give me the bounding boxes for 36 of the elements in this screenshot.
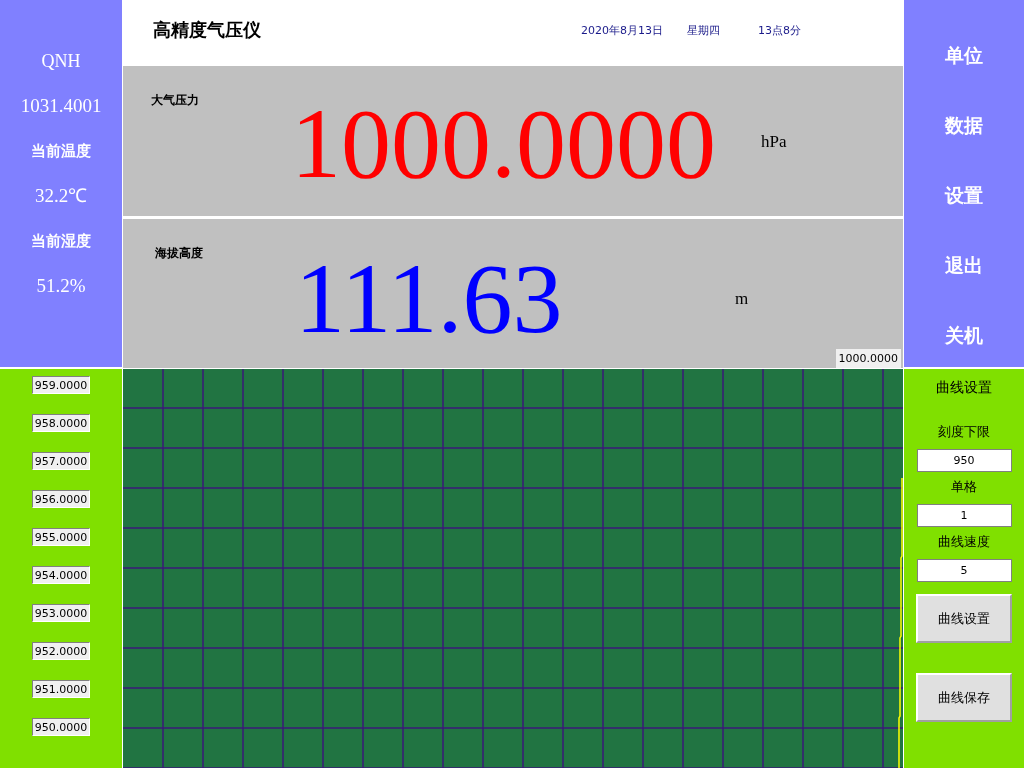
temperature-label: 当前温度 xyxy=(31,141,91,162)
scale-value: 951.0000 xyxy=(32,680,90,698)
scale-value: 952.0000 xyxy=(32,642,90,660)
curve-button[interactable]: 曲线设置 xyxy=(916,594,1012,643)
scale-value: 955.0000 xyxy=(32,528,90,546)
humidity-label: 当前湿度 xyxy=(31,231,91,252)
pressure-readout: 1000.0000 xyxy=(835,349,901,368)
settings-title: 曲线设置 xyxy=(936,379,992,397)
scale-value: 957.0000 xyxy=(32,452,90,470)
altitude-unit: m xyxy=(735,289,749,309)
temperature-value: 32.2℃ xyxy=(34,184,88,208)
pressure-label: 大气压力 xyxy=(151,92,200,109)
curve-button[interactable]: 曲线保存 xyxy=(916,673,1012,722)
pressure-value: 1000.0000 xyxy=(291,94,717,194)
app-title: 高精度气压仪 xyxy=(153,18,261,42)
pressure-unit: hPa xyxy=(761,132,787,152)
altitude-value: 111.63 xyxy=(295,249,564,349)
humidity-value: 51.2% xyxy=(36,274,86,298)
scale-value: 954.0000 xyxy=(32,566,90,584)
weekday-text: 星期四 xyxy=(687,22,720,38)
input-field[interactable]: 950 xyxy=(916,449,1012,472)
field-label: 曲线速度 xyxy=(938,533,990,551)
field-label: 刻度下限 xyxy=(938,423,990,441)
qnh-value: 1031.4001 xyxy=(20,94,102,118)
input-field[interactable]: 1 xyxy=(916,504,1012,527)
input-field[interactable]: 5 xyxy=(916,559,1012,582)
altitude-label: 海拔高度 xyxy=(155,245,204,262)
scale-value: 953.0000 xyxy=(32,604,90,622)
scale-value: 956.0000 xyxy=(32,490,90,508)
qnh-label: QNH xyxy=(41,50,81,73)
date-text: 2020年8月13日 xyxy=(581,22,663,38)
field-label: 单格 xyxy=(951,478,977,496)
scale-value: 950.0000 xyxy=(32,718,90,736)
scale-value: 958.0000 xyxy=(32,414,90,432)
scale-value: 959.0000 xyxy=(32,376,90,394)
time-text: 13点8分 xyxy=(758,22,801,38)
